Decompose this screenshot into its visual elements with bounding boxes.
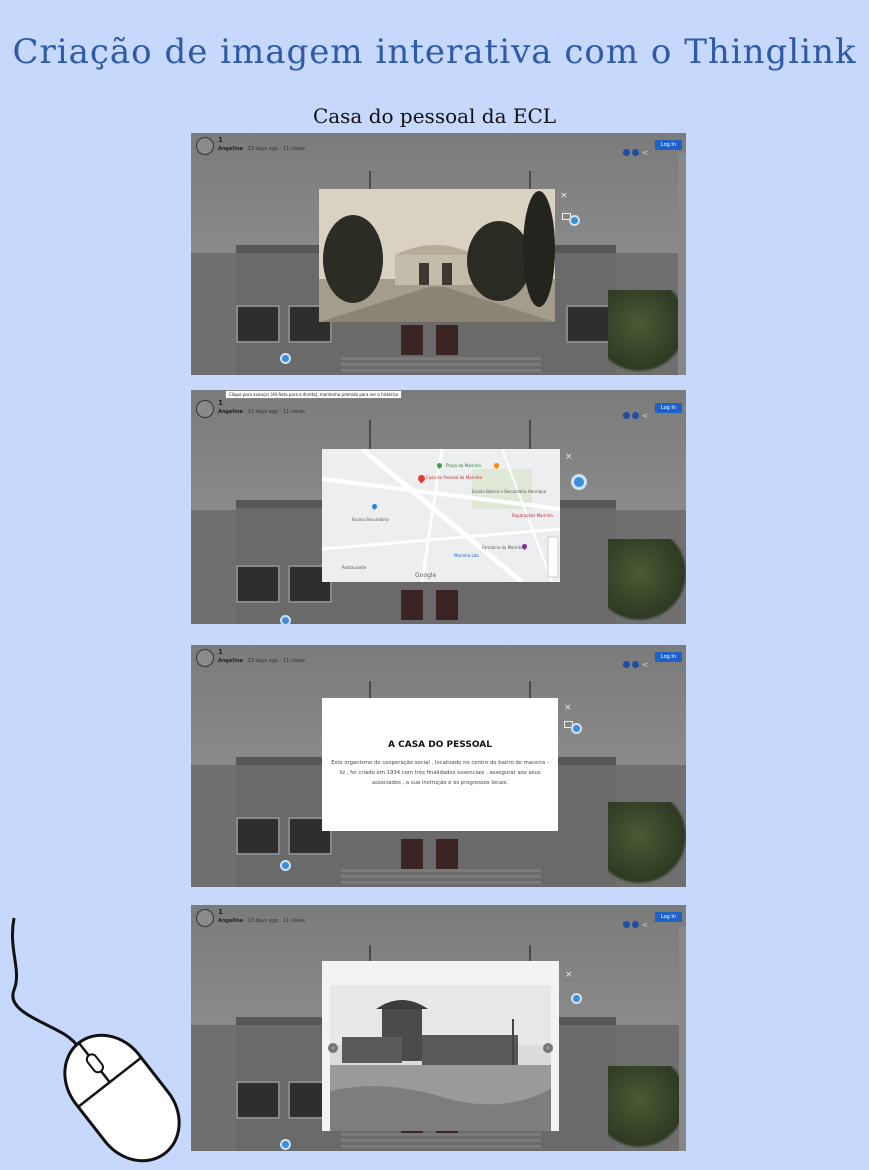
- construction-photo: [322, 961, 559, 1131]
- map-label: Farmácia da Marinha: [482, 545, 524, 550]
- popup-gallery-card: ‹ ›: [322, 961, 559, 1131]
- viewer-header: 1 Angelina · 13 days ago · 11 views < Lo…: [191, 133, 686, 159]
- scrollbar[interactable]: [678, 153, 686, 375]
- login-button[interactable]: Log In: [655, 912, 682, 922]
- author-meta: Angelina · 13 days ago · 11 views: [218, 658, 305, 664]
- screenshot-gallery-popup: 1 Angelina · 13 days ago · 11 views < Lo…: [191, 905, 686, 1151]
- facebook-icon[interactable]: [623, 412, 631, 419]
- hotspot-icon[interactable]: [571, 993, 582, 1004]
- hotspot-icon[interactable]: [280, 615, 291, 624]
- viewer-header: 1 Angelina · 13 days ago · 11 views < Lo…: [191, 645, 686, 671]
- messenger-icon[interactable]: [632, 412, 640, 419]
- historic-building-photo: [319, 189, 555, 322]
- screenshot-info-popup: 1 Angelina · 13 days ago · 11 views < Lo…: [191, 645, 686, 887]
- share-icon[interactable]: <: [642, 149, 648, 157]
- next-arrow-icon[interactable]: ›: [543, 1043, 553, 1053]
- login-button[interactable]: Log In: [655, 403, 682, 413]
- author-meta: Angelina · 13 days ago · 11 views: [218, 409, 305, 415]
- avatar[interactable]: [196, 137, 214, 155]
- computer-mouse-icon: [11, 917, 181, 1163]
- facebook-icon[interactable]: [623, 661, 631, 668]
- map-label: Reparações Marinha: [512, 513, 553, 518]
- post-meta: · 13 days ago · 11 views: [244, 146, 306, 152]
- share-icon[interactable]: <: [642, 412, 648, 420]
- close-icon[interactable]: ×: [565, 970, 573, 980]
- hotspot-icon[interactable]: [571, 723, 582, 734]
- close-icon[interactable]: ×: [565, 452, 573, 462]
- author-meta: Angelina · 13 days ago · 11 views: [218, 918, 305, 924]
- map-label: Casa do Pessoal da Marinha: [426, 475, 482, 480]
- share-icons: <: [621, 654, 648, 673]
- login-button[interactable]: Log In: [655, 652, 682, 662]
- screenshot-map-popup: Clique para avançar (Ali-Seta para a dir…: [191, 390, 686, 624]
- avatar[interactable]: [196, 649, 214, 667]
- map-label: Praça da Marinha: [446, 463, 481, 468]
- post-meta: · 13 days ago · 11 views: [244, 918, 306, 924]
- hotspot-icon[interactable]: [280, 1139, 291, 1150]
- close-icon[interactable]: ×: [560, 191, 568, 201]
- hotspot-icon[interactable]: [571, 474, 587, 490]
- facebook-icon[interactable]: [623, 921, 631, 928]
- share-icons: <: [621, 914, 648, 933]
- facebook-icon[interactable]: [623, 149, 631, 156]
- map-label: Escola Secundária: [352, 517, 389, 522]
- share-icons: <: [621, 142, 648, 161]
- messenger-icon[interactable]: [632, 921, 640, 928]
- post-meta: · 13 days ago · 11 views: [244, 409, 306, 415]
- post-meta: · 13 days ago · 11 views: [244, 658, 306, 664]
- user-number: 1: [218, 648, 223, 656]
- page-title: Criação de imagem interativa com o Thing…: [12, 32, 857, 72]
- hotspot-icon[interactable]: [280, 353, 291, 364]
- user-number: 1: [218, 399, 223, 407]
- map-label: Marinha Lda: [454, 553, 479, 558]
- user-number: 1: [218, 136, 223, 144]
- page-subtitle: Casa do pessoal da ECL: [312, 104, 557, 128]
- tooltip: Clique para avançar (Ali-Seta para a dir…: [225, 390, 403, 399]
- author-name[interactable]: Angelina: [218, 918, 243, 924]
- share-icon[interactable]: <: [642, 661, 648, 669]
- author-name[interactable]: Angelina: [218, 146, 243, 152]
- close-icon[interactable]: ×: [564, 703, 572, 713]
- author-meta: Angelina · 13 days ago · 11 views: [218, 146, 305, 152]
- share-icons: <: [621, 405, 648, 424]
- viewer-header: 1 Angelina · 13 days ago · 11 views < Lo…: [191, 396, 686, 422]
- hotspot-icon[interactable]: [280, 860, 291, 871]
- popup-info-card: A CASA DO PESSOAL Este organismo de coop…: [322, 698, 558, 831]
- viewer-header: 1 Angelina · 13 days ago · 11 views < Lo…: [191, 905, 686, 931]
- info-card-heading: A CASA DO PESSOAL: [388, 740, 492, 750]
- author-name[interactable]: Angelina: [218, 658, 243, 664]
- info-card-body: Este organismo de cooperação social , lo…: [331, 760, 549, 786]
- user-number: 1: [218, 908, 223, 916]
- google-logo: Google: [415, 572, 437, 579]
- avatar[interactable]: [196, 400, 214, 418]
- screenshot-photo-popup: 1 Angelina · 13 days ago · 11 views < Lo…: [191, 133, 686, 375]
- popup-map-card[interactable]: Casa do Pessoal da Marinha Praça da Mari…: [322, 449, 560, 582]
- map-label: Escola Básica e Secundária Henrique: [472, 489, 547, 494]
- map-label: Restaurante: [342, 565, 367, 570]
- hotspot-icon[interactable]: [569, 215, 580, 226]
- scrollbar[interactable]: [679, 927, 686, 1151]
- share-icon[interactable]: <: [642, 921, 648, 929]
- popup-photo-card: [319, 189, 555, 322]
- messenger-icon[interactable]: [632, 149, 640, 156]
- author-name[interactable]: Angelina: [218, 409, 243, 415]
- previous-arrow-icon[interactable]: ‹: [328, 1043, 338, 1053]
- messenger-icon[interactable]: [632, 661, 640, 668]
- login-button[interactable]: Log In: [655, 140, 682, 150]
